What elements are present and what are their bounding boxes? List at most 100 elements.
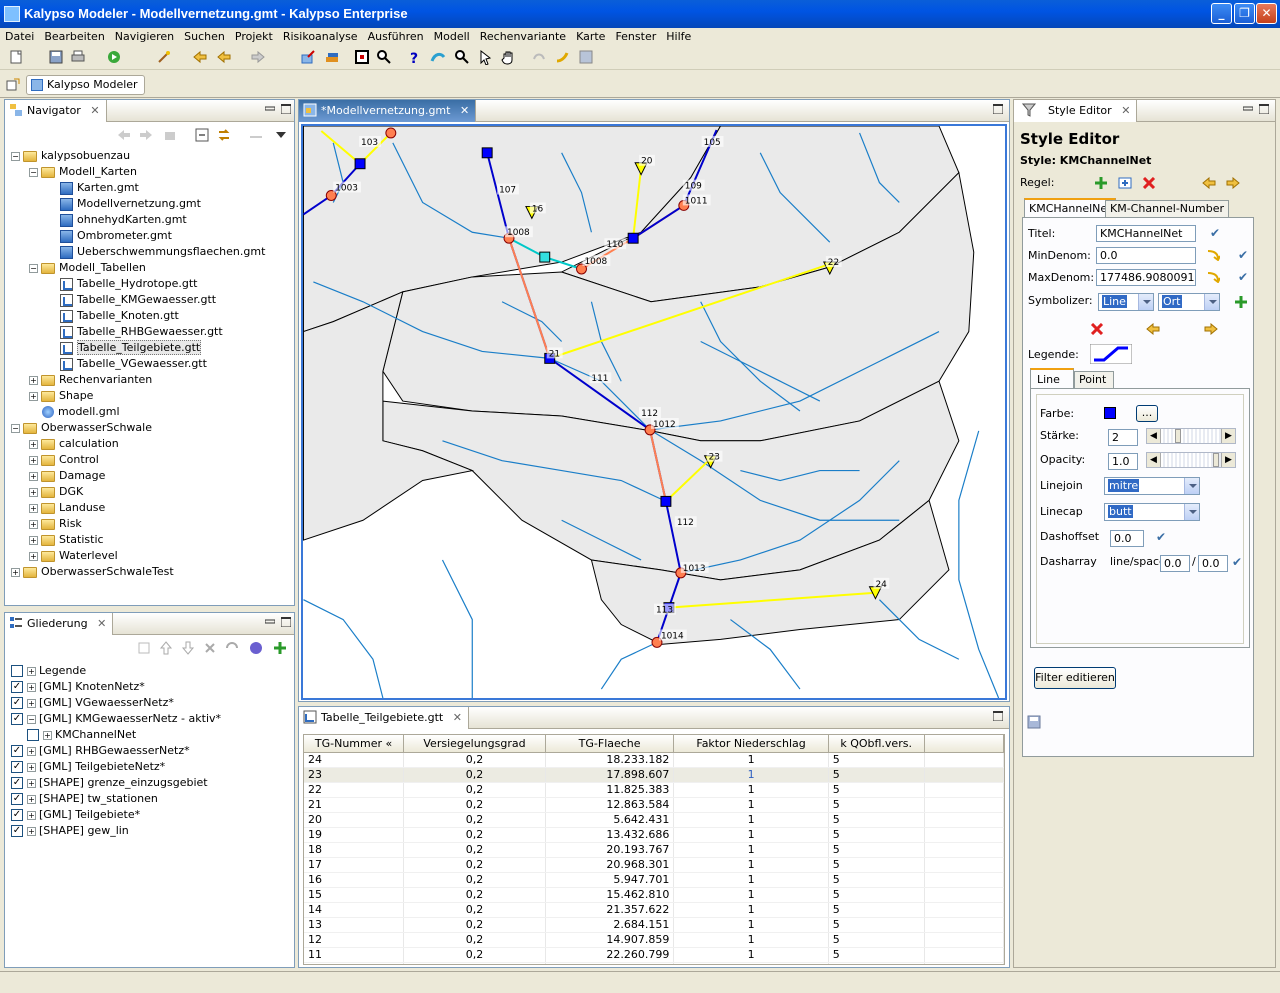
table-cell[interactable]: 5 xyxy=(828,782,925,798)
expand-icon[interactable]: + xyxy=(29,503,38,513)
table-cell[interactable]: 5.642.431 xyxy=(545,812,675,828)
maximize-editor-icon[interactable] xyxy=(993,104,1003,114)
expand-icon[interactable]: + xyxy=(27,666,36,676)
table-cell[interactable]: 20 xyxy=(304,812,405,828)
navigator-item[interactable]: + DGK xyxy=(11,484,291,500)
minimize-view-icon[interactable] xyxy=(265,617,275,627)
table-cell[interactable]: 19 xyxy=(304,827,405,843)
opacity-input[interactable]: 1.0 xyxy=(1108,453,1138,470)
navigator-item[interactable]: + Landuse xyxy=(11,500,291,516)
table-cell[interactable]: 5.947.701 xyxy=(545,872,675,888)
expand-icon[interactable]: + xyxy=(27,778,36,788)
navigator-item[interactable]: − OberwasserSchwale xyxy=(11,420,291,436)
table-cell[interactable]: 0,2 xyxy=(403,887,546,903)
menu-suchen[interactable]: Suchen xyxy=(179,28,230,46)
tab-close-icon[interactable]: ✕ xyxy=(453,711,462,724)
symbolizer-back-icon[interactable] xyxy=(1146,323,1160,335)
navigator-item[interactable]: Modellvernetzung.gmt xyxy=(11,196,291,212)
table-cell[interactable]: 1 xyxy=(673,797,829,813)
export-icon[interactable] xyxy=(300,49,316,65)
minimize-button[interactable]: _ xyxy=(1211,3,1232,24)
table-cell[interactable]: 11.825.383 xyxy=(545,782,675,798)
tab-gliederung[interactable]: Gliederung ✕ xyxy=(5,613,114,635)
tab-modellvernetzung[interactable]: *Modellvernetzung.gmt ✕ xyxy=(299,100,477,122)
table-cell[interactable]: 2.684.151 xyxy=(545,917,675,933)
navigator-item[interactable]: + Statistic xyxy=(11,532,291,548)
table-cell[interactable]: 1 xyxy=(673,947,829,963)
mindenom-apply-icon[interactable]: ✔ xyxy=(1238,248,1248,262)
table-cell[interactable]: 15 xyxy=(304,887,405,903)
collapse-all-icon[interactable] xyxy=(195,128,209,142)
column-header[interactable]: TG-Flaeche xyxy=(545,735,675,753)
table-row[interactable]: 23 0,2 17.898.607 1 5 xyxy=(304,767,1004,783)
table-cell[interactable]: 12 xyxy=(304,932,405,948)
table-row[interactable]: 20 0,2 5.642.431 1 5 xyxy=(304,812,1004,828)
filter-icon[interactable] xyxy=(249,128,263,142)
table-cell[interactable]: 13 xyxy=(304,917,405,933)
zoom-icon[interactable] xyxy=(376,49,392,65)
table-cell[interactable]: 10 xyxy=(304,962,405,964)
rule-back-icon[interactable] xyxy=(1202,177,1216,189)
view-menu-icon[interactable] xyxy=(275,130,287,140)
outline-item[interactable]: + KMChannelNet xyxy=(11,727,291,743)
titel-apply-icon[interactable]: ✔ xyxy=(1210,226,1220,240)
navigator-item[interactable]: + Damage xyxy=(11,468,291,484)
layer-checkbox[interactable]: ✓ xyxy=(11,761,23,773)
dash-line-input[interactable]: 0.0 xyxy=(1160,555,1190,572)
navigator-item[interactable]: ohnehydKarten.gmt xyxy=(11,212,291,228)
wand-icon[interactable] xyxy=(156,49,172,65)
navigator-item[interactable]: + calculation xyxy=(11,436,291,452)
table-cell[interactable]: 21.357.622 xyxy=(545,902,675,918)
pan-icon[interactable] xyxy=(500,49,516,65)
table-cell[interactable]: 1 xyxy=(673,872,829,888)
layer-checkbox[interactable]: ✓ xyxy=(11,825,23,837)
table-cell[interactable]: 17.898.607 xyxy=(545,767,675,783)
filter-edit-button[interactable]: Filter editieren xyxy=(1034,667,1116,689)
tab-close-icon[interactable]: ✕ xyxy=(90,104,99,117)
outline-item[interactable]: ✓ + [SHAPE] grenze_einzugsgebiet xyxy=(11,775,291,791)
table-row[interactable]: 100,220.934.38215 xyxy=(304,962,1004,964)
expand-icon[interactable]: + xyxy=(29,439,38,449)
run-icon[interactable] xyxy=(106,49,122,65)
save-icon[interactable] xyxy=(48,49,64,65)
tab-tabelle-teilgebiete[interactable]: Tabelle_Teilgebiete.gtt ✕ xyxy=(299,707,469,729)
menu-risikoanalyse[interactable]: Risikoanalyse xyxy=(278,28,363,46)
table-cell[interactable]: 14.907.859 xyxy=(545,932,675,948)
table-cell[interactable]: 5 xyxy=(828,767,925,783)
mindenom-input[interactable]: 0.0 xyxy=(1096,247,1196,264)
refresh-layer-icon[interactable] xyxy=(225,641,239,655)
add-pattern-rule-icon[interactable] xyxy=(1118,177,1132,189)
table-cell[interactable]: 1 xyxy=(673,857,829,873)
new-icon[interactable] xyxy=(8,49,24,65)
sym-tab-point[interactable]: Point xyxy=(1074,371,1114,389)
table-cell[interactable]: 5 xyxy=(828,917,925,933)
back-icon[interactable] xyxy=(216,49,232,65)
dash-space-input[interactable]: 0.0 xyxy=(1198,555,1228,572)
rule-tab-0[interactable]: KMCHannelNet xyxy=(1024,198,1117,218)
menu-fenster[interactable]: Fenster xyxy=(610,28,661,46)
column-header[interactable]: Faktor Niederschlag xyxy=(673,735,829,753)
menu-modell[interactable]: Modell xyxy=(429,28,475,46)
menu-projekt[interactable]: Projekt xyxy=(230,28,278,46)
tab-navigator[interactable]: Navigator ✕ xyxy=(5,100,107,122)
navigator-item[interactable]: Tabelle_Knoten.gtt xyxy=(11,308,291,324)
table-cell[interactable]: 14 xyxy=(304,902,405,918)
remove-rule-icon[interactable] xyxy=(1142,177,1156,189)
expand-icon[interactable]: + xyxy=(29,391,38,401)
navigator-item[interactable]: + OberwasserSchwaleTest xyxy=(11,564,291,580)
outline-item[interactable]: ✓ + [GML] TeilgebieteNetz* xyxy=(11,759,291,775)
table-cell[interactable]: 15.462.810 xyxy=(545,887,675,903)
expand-icon[interactable]: + xyxy=(11,567,20,577)
column-header[interactable]: k QObfl.vers. xyxy=(828,735,925,753)
minimize-view-icon[interactable] xyxy=(1243,104,1253,114)
save-style-icon[interactable] xyxy=(1026,714,1042,730)
table-cell[interactable]: 1 xyxy=(673,962,829,964)
layer-checkbox[interactable]: ✓ xyxy=(11,809,23,821)
expand-icon[interactable]: + xyxy=(27,794,36,804)
outline-item[interactable]: ✓ + [GML] KnotenNetz* xyxy=(11,679,291,695)
table-cell[interactable]: 20.968.301 xyxy=(545,857,675,873)
table-cell[interactable]: 1 xyxy=(673,782,829,798)
table-cell[interactable]: 18.233.182 xyxy=(545,752,675,768)
table-row[interactable]: 17 0,2 20.968.301 1 5 xyxy=(304,857,1004,873)
expand-icon[interactable]: + xyxy=(43,730,52,740)
